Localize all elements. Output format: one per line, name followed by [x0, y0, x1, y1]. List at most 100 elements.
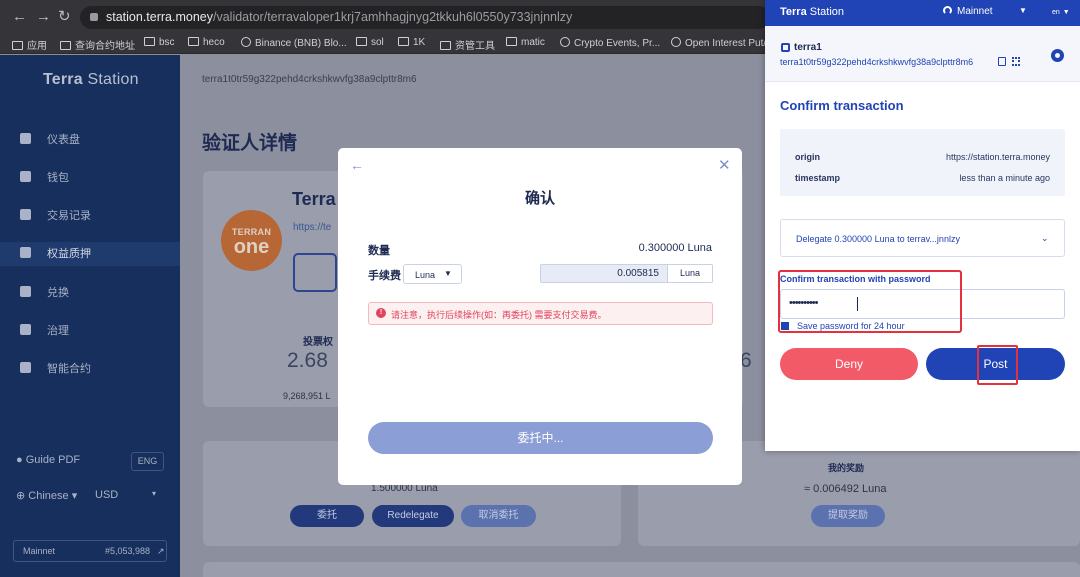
language-select[interactable]: en ▼ — [1049, 6, 1070, 17]
crypto-events-icon — [560, 37, 570, 47]
wallet-icon — [20, 171, 31, 182]
app-logo: Terra Station — [43, 71, 139, 88]
undelegate-button[interactable]: 取消委托 — [461, 505, 536, 527]
header-address: terra1t0tr59g322pehd4crkshkwvfg38a9clptt… — [202, 74, 417, 85]
history-icon — [20, 209, 31, 220]
guide-language-button[interactable]: ENG — [131, 452, 164, 471]
network-icon — [943, 6, 952, 15]
folder-icon — [356, 37, 367, 46]
wallet-info: terra1 terra1t0tr59g322pehd4crkshkwvfg38… — [765, 26, 1080, 82]
fee-label: 手续费 — [368, 270, 401, 282]
fee-warning: ! 请注意，执行后续操作(如：再委托) 需要支付交易费。 — [368, 302, 713, 325]
folder-icon — [398, 37, 409, 46]
dashboard-icon — [20, 133, 31, 144]
nav-wallet[interactable]: 钱包 — [20, 166, 69, 190]
back-arrow-icon[interactable]: ← — [350, 157, 364, 173]
lock-icon — [90, 13, 98, 21]
deny-button[interactable]: Deny — [780, 348, 918, 380]
withdraw-rewards-button[interactable]: 提取奖励 — [811, 505, 885, 527]
binance-icon — [241, 37, 251, 47]
bottom-card — [203, 562, 1080, 577]
timestamp-label: timestamp — [795, 173, 841, 183]
folder-icon — [144, 37, 155, 46]
chevron-down-icon: ▾ — [152, 489, 157, 498]
chevron-down-icon: ⌄ — [1041, 233, 1049, 243]
modal-title: 确认 — [524, 190, 555, 207]
caret-down-icon: ▼ — [444, 269, 452, 278]
folder-icon — [60, 41, 71, 50]
help-icon: ● — [16, 454, 26, 466]
language-select[interactable]: ⊕ Chinese ▾ — [16, 489, 77, 502]
apps-icon — [12, 41, 23, 50]
warning-icon: ! — [376, 308, 386, 318]
contracts-icon — [20, 362, 31, 373]
block-height: #5,053,988 — [105, 546, 151, 556]
bookmark-item[interactable]: 1K — [398, 37, 425, 48]
fee-denom-select[interactable]: Luna ▼ — [403, 264, 462, 284]
delegate-button[interactable]: 委托 — [290, 505, 364, 527]
nav-governance[interactable]: 治理 — [20, 319, 69, 343]
address-bar[interactable]: station.terra.money/validator/terravalop… — [80, 6, 770, 29]
forward-icon[interactable]: → — [36, 8, 51, 26]
extension-brand: Terra Station — [780, 6, 845, 18]
back-icon[interactable]: ← — [12, 8, 27, 26]
delegating-button[interactable]: 委托中... — [368, 422, 713, 454]
amount-value: 0.300000 Luna — [638, 242, 712, 254]
open-interest-icon — [671, 37, 681, 47]
bookmark-item[interactable]: Open Interest Put/... — [671, 37, 775, 49]
tx-message: Delegate 0.300000 Luna to terrav...jnnlz… — [796, 234, 960, 244]
bookmark-item[interactable]: matic — [506, 37, 545, 48]
fee-value[interactable]: 0.005815 — [541, 265, 668, 282]
origin-value: https://station.terra.money — [945, 152, 1050, 162]
swap-icon — [20, 286, 31, 297]
gear-icon[interactable] — [1051, 49, 1064, 62]
wallet-address: terra1t0tr59g322pehd4crkshkwvfg38a9clptt… — [780, 57, 974, 67]
reload-icon[interactable]: ↻ — [58, 8, 71, 26]
guide-pdf-link[interactable]: ● Guide PDF — [16, 454, 80, 466]
bookmark-item[interactable]: Binance (BNB) Blo... — [241, 37, 347, 49]
redelegate-button[interactable]: Redelegate — [372, 505, 454, 527]
fee-input[interactable]: 0.005815 Luna — [540, 264, 713, 283]
bookmark-item[interactable]: Crypto Events, Pr... — [560, 37, 660, 49]
chevron-down-icon[interactable]: ▼ — [1019, 6, 1027, 15]
network-status[interactable]: Mainnet #5,053,988 ↗ — [13, 540, 167, 562]
bookmark-item[interactable]: heco — [188, 37, 225, 48]
validator-link[interactable]: https://te — [293, 222, 331, 233]
staking-icon — [20, 247, 31, 258]
network-select[interactable]: Mainnet — [943, 6, 993, 17]
governance-icon — [20, 324, 31, 335]
nav-history[interactable]: 交易记录 — [20, 204, 91, 228]
close-icon[interactable]: ✕ — [718, 156, 731, 174]
wallet-name: terra1 — [794, 42, 822, 53]
voting-power-sub: 9,268,951 L — [283, 391, 331, 401]
nav-contracts[interactable]: 智能合约 — [20, 357, 91, 381]
confirm-modal: ← ✕ 确认 数量 0.300000 Luna 手续费 Luna ▼ 0.0058… — [338, 148, 742, 485]
url-text: station.terra.money/validator/terravalop… — [106, 10, 573, 24]
validator-name: Terra — [292, 189, 336, 209]
currency-select[interactable]: USD — [95, 489, 118, 501]
network-name: Mainnet — [23, 546, 56, 556]
nav-swap[interactable]: 兑换 — [20, 281, 69, 305]
bookmark-item[interactable]: 应用 — [12, 37, 47, 52]
tx-message-expander[interactable]: Delegate 0.300000 Luna to terrav...jnnlz… — [780, 219, 1065, 257]
qr-code-icon[interactable] — [1012, 57, 1020, 66]
nav-dashboard[interactable]: 仪表盘 — [20, 128, 80, 152]
bookmark-item[interactable]: 资管工具 — [440, 37, 495, 52]
sidebar: Terra Station 仪表盘 钱包 交易记录 权益质押 兑换 治理 智能合… — [0, 55, 180, 577]
timestamp-value: less than a minute ago — [959, 173, 1050, 183]
voting-power-label: 投票权 — [303, 337, 333, 348]
validator-logo: TERRAN one — [221, 210, 282, 271]
bookmark-item[interactable]: sol — [356, 37, 384, 48]
origin-label: origin — [795, 152, 820, 162]
confirm-title: Confirm transaction — [780, 98, 904, 113]
amount-label: 数量 — [368, 245, 390, 257]
external-link-icon: ↗ — [157, 546, 165, 556]
folder-icon — [440, 41, 451, 50]
validator-badge[interactable] — [293, 253, 337, 292]
voting-power-value: 2.68 — [287, 349, 328, 372]
nav-staking[interactable]: 权益质押 — [0, 242, 180, 266]
bookmark-item[interactable]: bsc — [144, 37, 175, 48]
folder-icon — [188, 37, 199, 46]
bookmark-item[interactable]: 查询合约地址 — [60, 37, 135, 52]
copy-icon[interactable] — [998, 57, 1006, 66]
